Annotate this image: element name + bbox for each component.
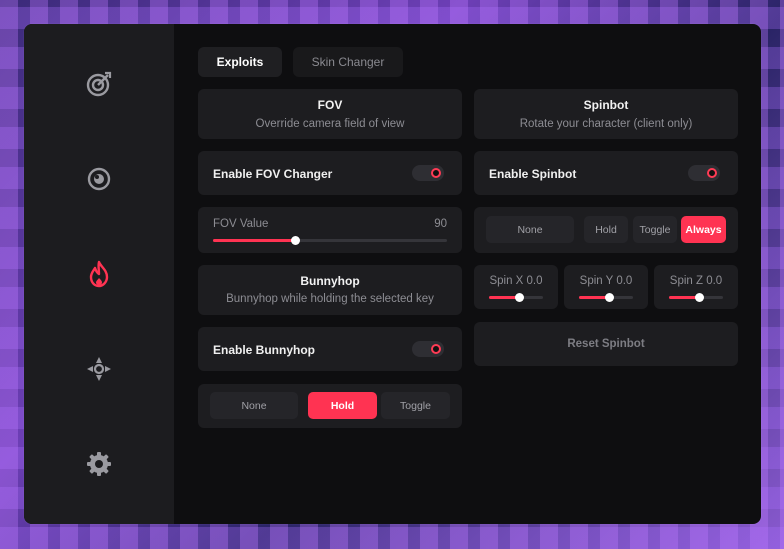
- toggle-knob: [431, 344, 441, 354]
- spinbot-mode-hold[interactable]: Hold: [584, 216, 628, 243]
- sidebar-item-exploits[interactable]: [82, 257, 116, 291]
- target-icon: [86, 71, 112, 97]
- bunnyhop-enable-label: Enable Bunnyhop: [213, 343, 315, 357]
- fov-slider-thumb[interactable]: [290, 236, 300, 245]
- app-window: Exploits Skin Changer FOV Override camer…: [24, 24, 761, 524]
- spinbot-enable-label: Enable Spinbot: [489, 167, 577, 181]
- fov-value-readout: 90: [434, 218, 447, 230]
- gear-icon: [87, 452, 111, 476]
- spin-y-slider-thumb[interactable]: [604, 293, 614, 302]
- fov-slider-fill: [213, 239, 295, 242]
- fov-title: FOV: [317, 98, 343, 112]
- spinbot-mode-toggle[interactable]: Toggle: [633, 216, 677, 243]
- bunnyhop-description: Bunnyhop while holding the selected key: [226, 293, 434, 305]
- reset-spinbot-label: Reset Spinbot: [567, 338, 645, 350]
- tab-skin-changer[interactable]: Skin Changer: [293, 47, 403, 77]
- spin-x-card: Spin X 0.0: [474, 265, 558, 309]
- sidebar-item-aim[interactable]: [82, 67, 116, 101]
- bunnyhop-title: Bunnyhop: [300, 274, 360, 288]
- fov-enable-row[interactable]: Enable FOV Changer: [198, 151, 462, 195]
- spinbot-title: Spinbot: [583, 98, 629, 112]
- sidebar: [24, 24, 174, 524]
- crosshair-icon: [87, 357, 111, 381]
- bunnyhop-enable-row[interactable]: Enable Bunnyhop: [198, 327, 462, 371]
- flame-icon: [89, 260, 109, 288]
- spin-y-card: Spin Y 0.0: [564, 265, 648, 309]
- spinbot-description: Rotate your character (client only): [519, 118, 693, 130]
- sidebar-item-settings[interactable]: [82, 447, 116, 481]
- spinbot-mode-row: None Hold Toggle Always: [474, 207, 738, 253]
- toggle-knob: [707, 168, 717, 178]
- spinbot-enable-toggle[interactable]: [688, 165, 720, 181]
- spinbot-mode-always[interactable]: Always: [681, 216, 726, 243]
- bunnyhop-header-card: Bunnyhop Bunnyhop while holding the sele…: [198, 265, 462, 315]
- sidebar-item-movement[interactable]: [82, 352, 116, 386]
- fov-value-label: FOV Value: [213, 218, 269, 230]
- spinbot-enable-row[interactable]: Enable Spinbot: [474, 151, 738, 195]
- bunnyhop-enable-toggle[interactable]: [412, 341, 444, 357]
- eye-icon: [87, 167, 111, 191]
- spin-z-slider-thumb[interactable]: [694, 293, 704, 302]
- spin-x-slider-thumb[interactable]: [514, 293, 524, 302]
- spin-y-label: Spin Y 0.0: [579, 275, 633, 287]
- spin-z-label: Spin Z 0.0: [669, 275, 723, 287]
- sidebar-item-visuals[interactable]: [82, 162, 116, 196]
- main-panel: Exploits Skin Changer FOV Override camer…: [174, 24, 761, 524]
- spin-x-slider[interactable]: [489, 293, 543, 302]
- fov-header-card: FOV Override camera field of view: [198, 89, 462, 139]
- spinbot-header-card: Spinbot Rotate your character (client on…: [474, 89, 738, 139]
- spinbot-mode-none[interactable]: None: [486, 216, 574, 243]
- reset-spinbot-button[interactable]: Reset Spinbot: [474, 322, 738, 366]
- fov-slider[interactable]: [213, 236, 447, 245]
- fov-enable-toggle[interactable]: [412, 165, 444, 181]
- bunnyhop-mode-hold[interactable]: Hold: [308, 392, 377, 419]
- spin-z-card: Spin Z 0.0: [654, 265, 738, 309]
- spin-z-slider[interactable]: [669, 293, 723, 302]
- bunnyhop-mode-none[interactable]: None: [210, 392, 298, 419]
- fov-description: Override camera field of view: [255, 118, 405, 130]
- fov-enable-label: Enable FOV Changer: [213, 167, 333, 181]
- fov-value-row: FOV Value 90: [198, 207, 462, 253]
- tab-exploits[interactable]: Exploits: [198, 47, 282, 77]
- spin-y-slider[interactable]: [579, 293, 633, 302]
- spin-x-label: Spin X 0.0: [489, 275, 543, 287]
- bunnyhop-mode-toggle[interactable]: Toggle: [381, 392, 450, 419]
- bunnyhop-mode-row: None Hold Toggle: [198, 384, 462, 428]
- toggle-knob: [431, 168, 441, 178]
